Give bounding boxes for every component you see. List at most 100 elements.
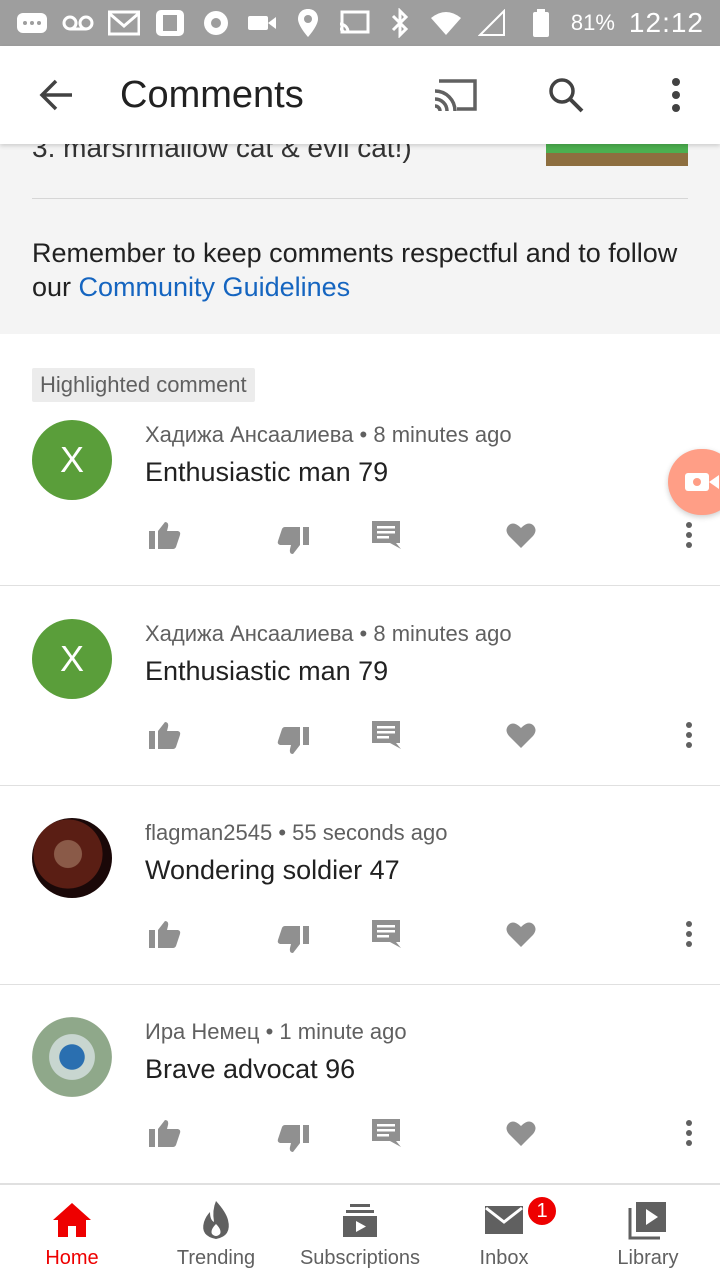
clock: 12:12 — [628, 7, 704, 38]
comment-actions — [145, 1113, 705, 1153]
video-thumbnail[interactable] — [546, 144, 688, 166]
nav-home[interactable]: Home — [0, 1185, 144, 1280]
app-bar: Comments — [0, 46, 720, 144]
heart-icon — [506, 1121, 536, 1146]
location-icon — [292, 9, 324, 37]
like-button[interactable] — [145, 715, 185, 755]
inbox-badge: 1 — [526, 1195, 558, 1227]
thumb-up-icon — [149, 921, 181, 948]
reply-button[interactable] — [367, 1113, 407, 1153]
comment-author[interactable]: flagman2545 — [145, 820, 272, 845]
thumb-down-icon — [277, 527, 309, 554]
chat-notification-icon — [16, 9, 48, 37]
fire-icon — [195, 1199, 237, 1241]
battery-icon — [525, 9, 557, 37]
comment-more-button[interactable] — [669, 715, 709, 755]
comment-more-button[interactable] — [669, 914, 709, 954]
comment-text: Wondering soldier 47 — [145, 855, 400, 885]
signal-icon — [476, 9, 508, 37]
comment-meta: Ира Немец • 1 minute ago — [145, 1019, 407, 1044]
reply-button[interactable] — [367, 715, 407, 755]
dislike-button[interactable] — [273, 521, 313, 561]
comment-author[interactable]: Ира Немец — [145, 1019, 259, 1044]
status-bar: 81% 12:12 — [0, 0, 720, 46]
comment-icon — [372, 521, 401, 549]
nav-inbox[interactable]: 1 Inbox — [432, 1185, 576, 1280]
comment-meta: Хадижа Ансаалиева • 8 minutes ago — [145, 422, 512, 447]
divider — [32, 198, 688, 199]
cast-status-icon — [338, 9, 370, 37]
wifi-icon — [430, 9, 462, 37]
comment-more-button[interactable] — [669, 1113, 709, 1153]
cast-button[interactable] — [426, 65, 486, 125]
mail-icon — [483, 1199, 525, 1241]
arrow-back-icon — [39, 79, 72, 111]
comment-text: Enthusiastic man 79 — [145, 457, 389, 487]
aperture-icon — [200, 9, 232, 37]
more-options-button[interactable] — [646, 65, 706, 125]
search-button[interactable] — [536, 65, 596, 125]
more-vert-icon — [686, 522, 692, 548]
reply-button[interactable] — [367, 914, 407, 954]
video-camera-icon — [246, 9, 278, 37]
thumb-down-icon — [277, 727, 309, 754]
heart-button[interactable] — [501, 715, 541, 755]
voicemail-icon — [62, 9, 94, 37]
dislike-button[interactable] — [273, 721, 313, 761]
heart-icon — [506, 922, 536, 947]
more-vert-icon — [686, 1120, 692, 1146]
more-vert-icon — [686, 722, 692, 748]
home-icon — [51, 1199, 93, 1241]
thumb-down-icon — [277, 1125, 309, 1152]
heart-button[interactable] — [501, 515, 541, 555]
dislike-button[interactable] — [273, 920, 313, 960]
guidelines-notice: Remember to keep comments respectful and… — [32, 238, 678, 302]
heart-icon — [506, 723, 536, 748]
video-description-line: 3. marshmallow cat & evil cat!) — [32, 144, 412, 163]
heart-button[interactable] — [501, 914, 541, 954]
thumb-up-icon — [149, 1120, 181, 1147]
avatar[interactable] — [32, 818, 112, 898]
comment-actions — [145, 914, 705, 954]
nav-library[interactable]: Library — [576, 1185, 720, 1280]
comment-meta: flagman2545 • 55 seconds ago — [145, 820, 448, 845]
comment-item: X Хадижа Ансаалиева • 8 minutes ago Enth… — [0, 387, 720, 586]
library-icon — [627, 1199, 669, 1241]
comment-author[interactable]: Хадижа Ансаалиева — [145, 422, 353, 447]
page-title: Comments — [120, 73, 304, 116]
comment-meta: Хадижа Ансаалиева • 8 minutes ago — [145, 621, 512, 646]
comment-text: Enthusiastic man 79 — [145, 656, 389, 686]
comment-author[interactable]: Хадижа Ансаалиева — [145, 621, 353, 646]
more-vert-icon — [686, 921, 692, 947]
gmail-icon — [108, 9, 140, 37]
avatar[interactable] — [32, 1017, 112, 1097]
avatar[interactable]: X — [32, 420, 112, 500]
community-guidelines-link[interactable]: Community Guidelines — [79, 272, 351, 302]
like-button[interactable] — [145, 1113, 185, 1153]
nav-subscriptions[interactable]: Subscriptions — [288, 1185, 432, 1280]
video-camera-icon — [685, 473, 719, 491]
like-button[interactable] — [145, 914, 185, 954]
more-vert-icon — [672, 78, 680, 112]
heart-button[interactable] — [501, 1113, 541, 1153]
nav-trending[interactable]: Trending — [144, 1185, 288, 1280]
search-icon — [549, 78, 584, 113]
battery-percent: 81% — [570, 10, 615, 35]
back-button[interactable] — [26, 65, 86, 125]
video-info-area: 3. marshmallow cat & evil cat!) Remember… — [0, 144, 720, 334]
heart-icon — [506, 523, 536, 548]
clipboard-icon — [154, 9, 186, 37]
comment-item: Ира Немец • 1 minute ago Brave advocat 9… — [0, 985, 720, 1184]
comment-more-button[interactable] — [669, 515, 709, 555]
bluetooth-icon — [384, 8, 416, 38]
dislike-button[interactable] — [273, 1119, 313, 1159]
comment-item: flagman2545 • 55 seconds ago Wondering s… — [0, 786, 720, 985]
like-button[interactable] — [145, 515, 185, 555]
comment-icon — [372, 920, 401, 948]
avatar[interactable]: X — [32, 619, 112, 699]
subscriptions-icon — [339, 1199, 381, 1241]
cast-icon — [434, 79, 477, 112]
reply-button[interactable] — [367, 515, 407, 555]
comment-icon — [372, 721, 401, 749]
comment-text: Brave advocat 96 — [145, 1054, 356, 1084]
